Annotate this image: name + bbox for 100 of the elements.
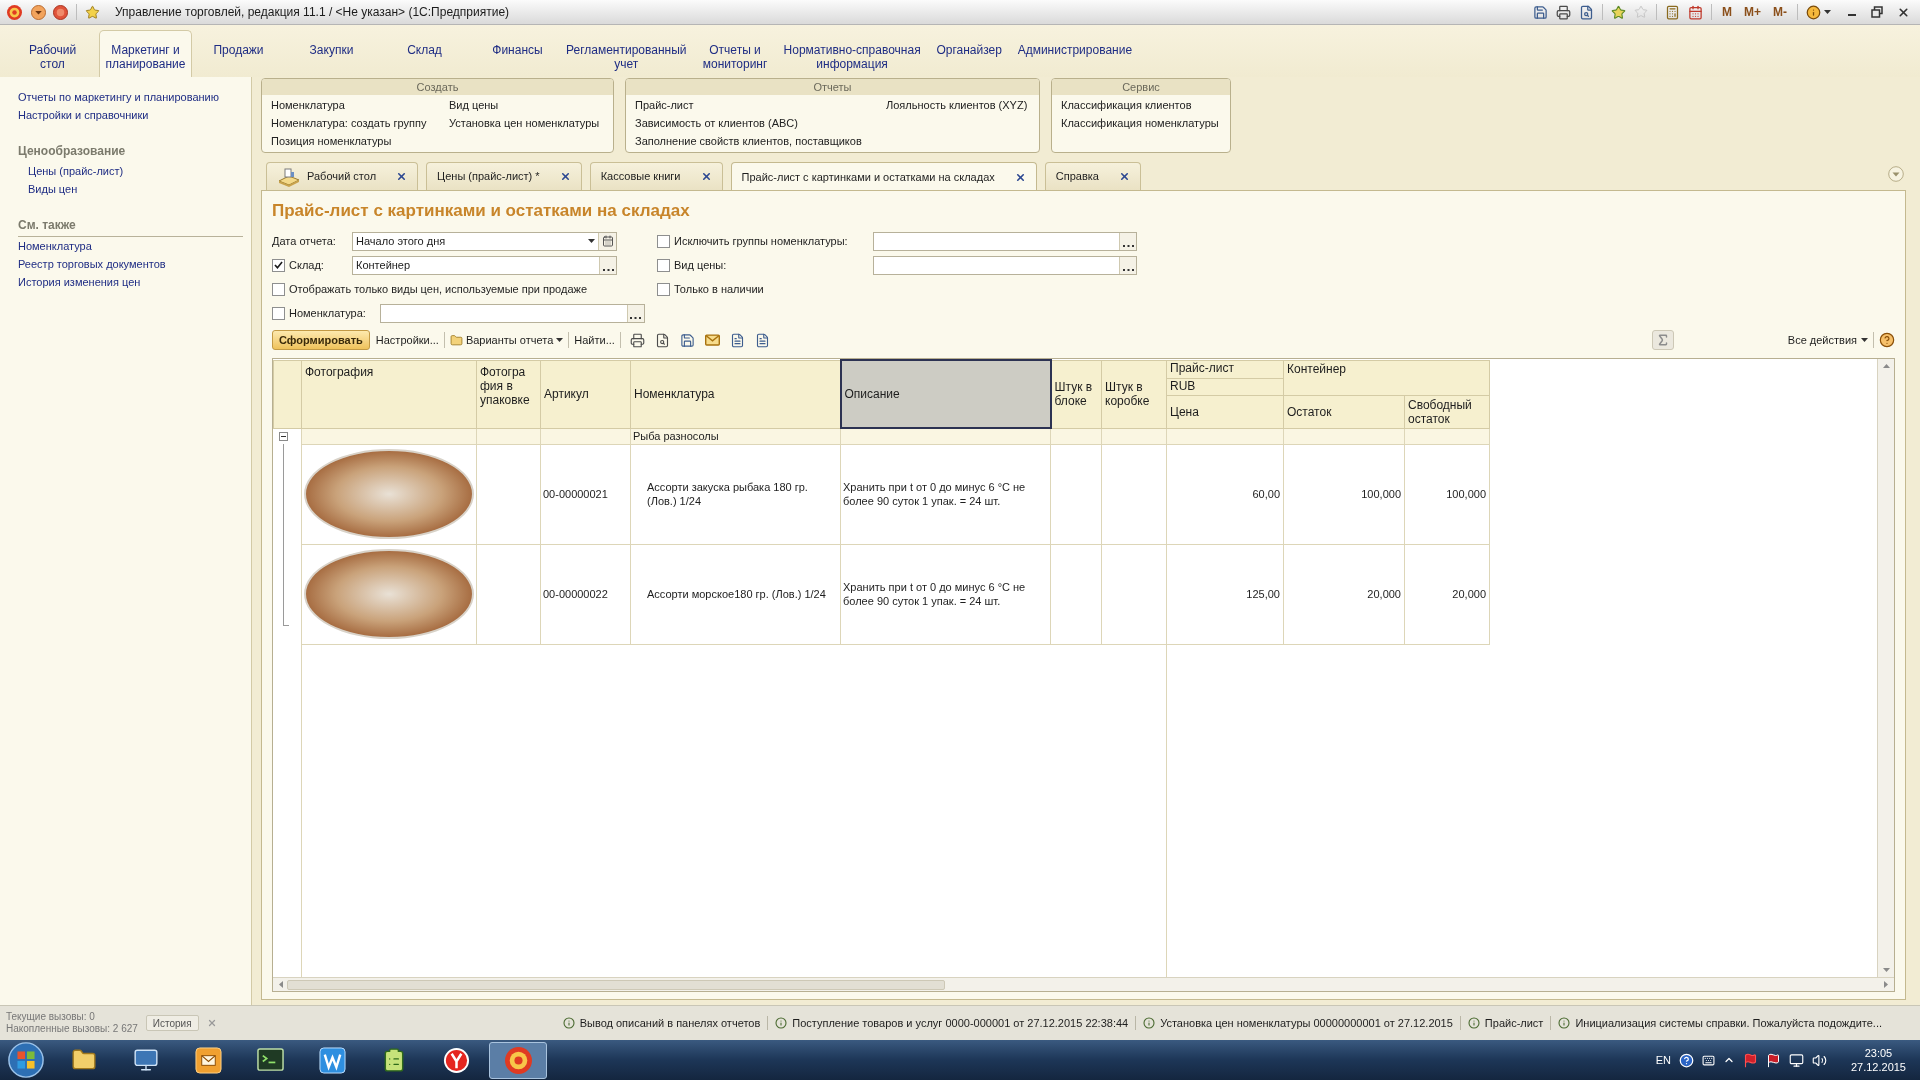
language-indicator[interactable]: EN bbox=[1655, 1051, 1671, 1069]
status-message[interactable]: Поступление товаров и услуг 0000-000001 от 27.12.2015 22:38:44 bbox=[775, 1014, 1129, 1032]
command-link[interactable]: Заполнение свойств клиентов, поставщиков bbox=[635, 132, 862, 150]
printer-icon[interactable] bbox=[1556, 4, 1571, 20]
close-icon[interactable] bbox=[1897, 5, 1910, 19]
scroll-right-icon[interactable] bbox=[1884, 981, 1888, 988]
variants-button[interactable]: Варианты отчета bbox=[449, 331, 564, 349]
command-link[interactable]: Зависимость от клиентов (ABC) bbox=[635, 114, 798, 132]
section-tab[interactable]: Закупки bbox=[285, 30, 378, 77]
scroll-up-icon[interactable] bbox=[1882, 364, 1890, 368]
restore-icon[interactable] bbox=[1871, 6, 1883, 18]
checkbox[interactable] bbox=[657, 282, 670, 296]
close-icon[interactable] bbox=[1118, 171, 1130, 182]
mail-icon[interactable] bbox=[704, 334, 720, 346]
section-tab[interactable]: Регламентированный учет bbox=[564, 30, 689, 77]
monitor-icon[interactable] bbox=[132, 1047, 160, 1073]
find-button[interactable]: Найти... bbox=[574, 331, 615, 349]
status-message[interactable]: Вывод описаний в панелях отчетов bbox=[562, 1014, 761, 1032]
scroll-down-icon[interactable] bbox=[1882, 968, 1890, 972]
preview-icon[interactable] bbox=[654, 332, 670, 348]
input-field[interactable] bbox=[873, 231, 1137, 251]
keyboard-icon[interactable] bbox=[1701, 1053, 1715, 1067]
caret-circle-icon[interactable] bbox=[1888, 165, 1904, 182]
section-tab[interactable]: Продажи bbox=[192, 30, 285, 77]
sidebar-link[interactable]: История изменения цен bbox=[18, 273, 141, 291]
mail-app-icon[interactable] bbox=[194, 1046, 222, 1074]
command-link[interactable]: Номенклатура: создать группу bbox=[271, 114, 427, 132]
sum-button[interactable] bbox=[1651, 330, 1674, 350]
document-tab[interactable]: Справка bbox=[1044, 162, 1141, 190]
checkbox[interactable] bbox=[272, 258, 285, 272]
command-link[interactable]: Классификация номенклатуры bbox=[1061, 114, 1219, 132]
section-tab[interactable]: Нормативно-справочная информация bbox=[781, 30, 923, 77]
section-tab[interactable]: Органайзер bbox=[922, 30, 1016, 77]
section-tab[interactable]: Склад bbox=[378, 30, 471, 77]
clock[interactable]: 23:05 27.12.2015 bbox=[1850, 1046, 1906, 1074]
input-field[interactable]: Начало этого дня bbox=[352, 231, 617, 251]
printer-icon[interactable] bbox=[629, 332, 645, 348]
memory-button[interactable]: M bbox=[1720, 5, 1734, 19]
document-icon[interactable] bbox=[729, 332, 745, 348]
command-link[interactable]: Лояльность клиентов (XYZ) bbox=[886, 96, 1028, 114]
section-tab[interactable]: Финансы bbox=[471, 30, 564, 77]
input-field[interactable] bbox=[379, 303, 645, 323]
circle-icon[interactable] bbox=[53, 4, 68, 20]
sidebar-link[interactable]: Отчеты по маркетингу и планированию bbox=[18, 88, 219, 106]
document-tab[interactable]: Рабочий стол bbox=[266, 162, 419, 190]
caret-icon[interactable] bbox=[1824, 10, 1831, 14]
command-link[interactable]: Классификация клиентов bbox=[1061, 96, 1192, 114]
terminal-icon[interactable] bbox=[256, 1046, 284, 1074]
close-icon[interactable] bbox=[1014, 171, 1026, 183]
minus-box-icon[interactable] bbox=[278, 431, 288, 441]
input-field[interactable] bbox=[873, 255, 1137, 275]
star-icon[interactable] bbox=[85, 4, 100, 20]
history-tab[interactable]: История bbox=[145, 1015, 199, 1031]
checkbox[interactable] bbox=[272, 306, 285, 320]
close-icon[interactable] bbox=[559, 171, 571, 182]
command-link[interactable]: Номенклатура bbox=[271, 96, 345, 114]
sidebar-link[interactable]: Настройки и справочники bbox=[18, 106, 149, 124]
settings-button[interactable]: Настройки... bbox=[375, 331, 439, 349]
command-link[interactable]: Установка цен номенклатуры bbox=[449, 114, 600, 132]
checkbox[interactable] bbox=[272, 282, 285, 296]
checkbox[interactable] bbox=[657, 234, 670, 248]
input-field[interactable]: Контейнер bbox=[352, 255, 617, 275]
memory-button[interactable]: M+ bbox=[1742, 5, 1763, 19]
section-tab[interactable]: Отчеты и мониторинг bbox=[688, 30, 782, 77]
document-tab[interactable]: Цены (прайс-лист) * bbox=[426, 162, 582, 190]
status-message[interactable]: Установка цен номенклатуры 00000000001 от 27.12.2015 bbox=[1143, 1014, 1453, 1032]
flag-icon[interactable] bbox=[1765, 1052, 1781, 1068]
section-tab[interactable]: Маркетинг и планирование bbox=[99, 30, 192, 77]
help-icon[interactable] bbox=[1879, 332, 1895, 348]
memory-button[interactable]: M- bbox=[1771, 5, 1789, 19]
all-actions-button[interactable]: Все действия bbox=[1787, 331, 1868, 349]
app-logo-icon[interactable] bbox=[504, 1046, 532, 1074]
command-link[interactable]: Позиция номенклатуры bbox=[271, 132, 392, 150]
save-icon[interactable] bbox=[1533, 4, 1548, 20]
save-icon[interactable] bbox=[679, 332, 695, 348]
preview-icon[interactable] bbox=[1579, 4, 1594, 20]
generate-button[interactable]: Сформировать bbox=[272, 330, 370, 350]
scrollbar-thumb[interactable] bbox=[287, 979, 945, 990]
section-tab[interactable]: Рабочий стол bbox=[6, 30, 99, 77]
volume-icon[interactable] bbox=[1811, 1052, 1827, 1068]
select-button[interactable] bbox=[1119, 232, 1136, 250]
select-button[interactable] bbox=[599, 256, 616, 274]
sidebar-link[interactable]: Виды цен bbox=[28, 180, 78, 198]
start-button[interactable] bbox=[7, 1041, 45, 1079]
sidebar-link[interactable]: Реестр торговых документов bbox=[18, 255, 166, 273]
checkbox[interactable] bbox=[657, 258, 670, 272]
close-icon[interactable] bbox=[700, 171, 712, 182]
status-message[interactable]: Инициализация системы справки. Пожалуйста подождите... bbox=[1558, 1014, 1882, 1032]
network-icon[interactable] bbox=[1788, 1052, 1804, 1068]
menu-caret-icon[interactable] bbox=[31, 4, 46, 20]
logo-icon[interactable] bbox=[7, 4, 22, 20]
close-icon[interactable] bbox=[396, 171, 408, 182]
document-icon[interactable] bbox=[754, 332, 770, 348]
sidebar-link[interactable]: Цены (прайс-лист) bbox=[28, 162, 124, 180]
sidebar-link[interactable]: Номенклатура bbox=[18, 237, 92, 255]
document-tab[interactable]: Прайс-лист с картинками и остатками на складах bbox=[730, 162, 1037, 191]
select-button[interactable] bbox=[626, 304, 644, 322]
document-app-icon[interactable] bbox=[318, 1046, 346, 1074]
browser-app-icon[interactable] bbox=[442, 1046, 470, 1074]
star-icon[interactable] bbox=[1611, 4, 1626, 20]
